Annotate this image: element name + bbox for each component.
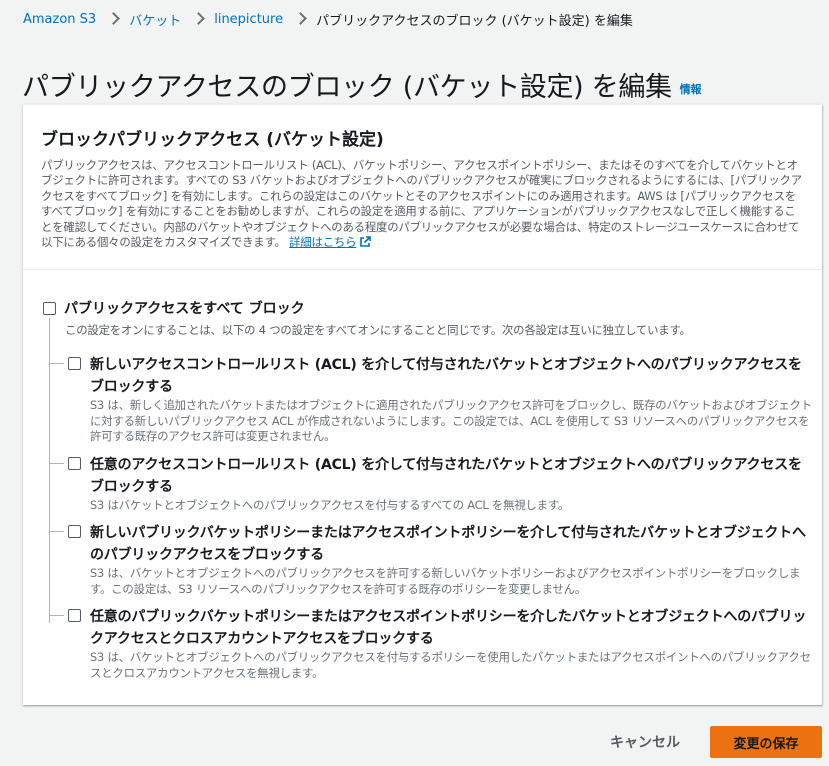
option-new-policy-label: 新しいパブリックバケットポリシーまたはアクセスポイントポリシーを介して付与された… xyxy=(90,525,806,563)
option-new-acl-checkbox[interactable] xyxy=(68,357,81,370)
block-all-label: パブリックアクセスをすべて ブロック xyxy=(64,301,305,317)
breadcrumb-link-buckets[interactable]: バケット xyxy=(129,10,181,29)
block-all-option: パブリックアクセスをすべて ブロック この設定をオンにすることは、以下の 4 つ… xyxy=(43,298,691,338)
page-title: パブリックアクセスのブロック (バケット設定) を編集 情報 xyxy=(22,65,702,104)
tree-branch xyxy=(50,531,64,532)
block-all-checkbox[interactable] xyxy=(43,301,56,315)
option-new-policy-checkbox[interactable] xyxy=(68,525,81,538)
breadcrumb-link-s3[interactable]: Amazon S3 xyxy=(23,12,96,27)
chevron-right-icon xyxy=(294,12,307,25)
cancel-button[interactable]: キャンセル xyxy=(596,726,694,758)
option-new-acl-description: S3 は、新しく追加されたバケットまたはオブジェクトに適用されたパブリックアクセ… xyxy=(90,398,812,444)
save-changes-button[interactable]: 変更の保存 xyxy=(710,726,822,758)
external-link-icon xyxy=(360,236,372,247)
option-any-acl-description: S3 はバケットとオブジェクトへのパブリックアクセスを付与するすべての ACL … xyxy=(90,498,570,512)
option-any-policy-description: S3 は、バケットとオブジェクトへのパブリックアクセスを付与するポリシーを使用し… xyxy=(90,650,811,680)
option-any-acl-checkbox[interactable] xyxy=(68,457,81,470)
panel-header: ブロックパブリックアクセス (バケット設定) パブリックアクセスは、アクセスコン… xyxy=(23,105,822,270)
panel-description: パブリックアクセスは、アクセスコントロールリスト (ACL)、バケットポリシー、… xyxy=(41,158,802,250)
tree-branch xyxy=(50,615,64,616)
learn-more-label: 詳細はこちら xyxy=(289,235,357,250)
option-new-policy-description: S3 は、バケットとオブジェクトへのパブリックアクセスを許可する新しいバケットポ… xyxy=(90,566,801,596)
option-any-acl-label: 任意のアクセスコントロールリスト (ACL) を介して付与されたバケットとオブジ… xyxy=(90,457,802,495)
panel-description-text: パブリックアクセスは、アクセスコントロールリスト (ACL)、バケットポリシー、… xyxy=(41,158,802,250)
tree-branch xyxy=(50,463,64,464)
breadcrumb-link-bucket[interactable]: linepicture xyxy=(214,12,283,27)
learn-more-link[interactable]: 詳細はこちら xyxy=(289,235,356,249)
block-all-description: この設定をオンにすることは、以下の 4 つの設定をすべてオンにすることと同じです… xyxy=(65,323,691,337)
option-new-acl-label: 新しいアクセスコントロールリスト (ACL) を介して付与されたバケットとオブジ… xyxy=(90,357,802,395)
option-any-policy-checkbox[interactable] xyxy=(68,609,81,622)
option-any-policy-label: 任意のパブリックバケットポリシーまたはアクセスポイントポリシーを介したバケットと… xyxy=(90,609,807,647)
info-link[interactable]: 情報 xyxy=(680,83,702,96)
breadcrumb-current: パブリックアクセスのブロック (バケット設定) を編集 xyxy=(316,14,633,29)
page-title-text: パブリックアクセスのブロック (バケット設定) を編集 xyxy=(22,72,672,104)
chevron-right-icon xyxy=(107,12,121,25)
panel-title: ブロックパブリックアクセス (バケット設定) xyxy=(41,130,384,150)
chevron-right-icon xyxy=(192,12,206,25)
tree-branch xyxy=(50,363,64,364)
breadcrumb: Amazon S3 バケット linepicture パブリックアクセスのブロッ… xyxy=(23,10,633,29)
